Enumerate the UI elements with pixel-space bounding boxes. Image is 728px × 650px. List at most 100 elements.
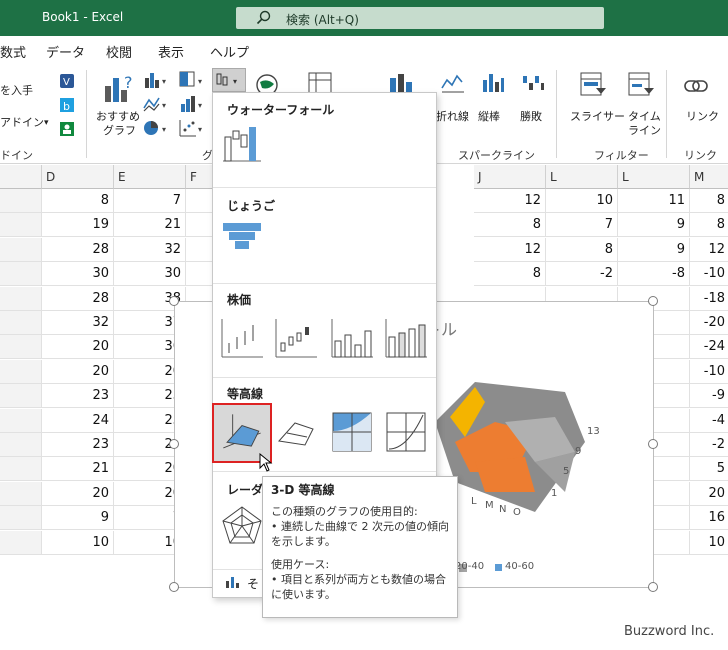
- table-cell[interactable]: 12: [474, 189, 546, 213]
- column-header[interactable]: L: [618, 165, 690, 189]
- slicer-label[interactable]: スライサー: [570, 108, 625, 124]
- row-header[interactable]: [0, 286, 42, 311]
- sparkline-column-icon[interactable]: [480, 70, 506, 96]
- resize-handle[interactable]: [169, 439, 179, 449]
- more-charts-link[interactable]: そ: [247, 575, 259, 592]
- table-cell[interactable]: 11: [618, 189, 690, 213]
- menu-review[interactable]: 校閲: [106, 42, 132, 61]
- resize-handle[interactable]: [648, 439, 658, 449]
- table-cell[interactable]: 23: [42, 384, 114, 409]
- addin-chevron-icon[interactable]: ▾: [44, 118, 49, 128]
- table-cell[interactable]: -18: [690, 287, 728, 311]
- column-header[interactable]: E: [114, 165, 186, 189]
- row-header[interactable]: [0, 408, 42, 433]
- get-addins-button[interactable]: を入手: [0, 82, 33, 98]
- menu-view[interactable]: 表示: [158, 42, 184, 61]
- table-cell[interactable]: 5: [690, 457, 728, 482]
- table-cell[interactable]: 12: [690, 238, 728, 262]
- my-addins-button[interactable]: アドイン: [0, 114, 44, 130]
- stock-hlc-thumb[interactable]: [219, 315, 265, 361]
- pie-chart-icon[interactable]: ▾: [142, 118, 170, 138]
- hierarchy-chart-icon[interactable]: ▾: [178, 70, 208, 90]
- menu-formulas[interactable]: 数式: [0, 42, 26, 61]
- row-header[interactable]: [0, 530, 42, 555]
- recommended-charts-label-2[interactable]: グラフ: [103, 122, 136, 138]
- table-cell[interactable]: 20: [42, 335, 114, 360]
- table-cell[interactable]: 10: [546, 189, 618, 213]
- table-cell[interactable]: 8: [690, 189, 728, 213]
- table-cell[interactable]: 21: [114, 213, 186, 238]
- other-charts-button[interactable]: ▾: [212, 68, 246, 92]
- table-cell[interactable]: -2: [546, 262, 618, 287]
- stock-vohlc-thumb[interactable]: [383, 315, 429, 361]
- scatter-chart-icon[interactable]: ▾: [178, 118, 208, 138]
- table-cell[interactable]: 8: [690, 213, 728, 238]
- table-cell[interactable]: 28: [42, 237, 114, 262]
- row-header[interactable]: [0, 384, 42, 409]
- column-header[interactable]: D: [42, 165, 114, 189]
- table-cell[interactable]: -20: [690, 311, 728, 335]
- waterfall-chart-thumb[interactable]: [219, 121, 265, 167]
- table-cell[interactable]: -8: [618, 262, 690, 287]
- wireframe-3d-contour-thumb[interactable]: [273, 409, 319, 455]
- funnel-chart-thumb[interactable]: [219, 215, 265, 261]
- row-header[interactable]: [0, 262, 42, 287]
- table-cell[interactable]: -10: [690, 360, 728, 384]
- timeline-label-2[interactable]: ライン: [628, 122, 661, 138]
- table-cell[interactable]: 8: [474, 262, 546, 287]
- menu-help[interactable]: ヘルプ: [210, 42, 249, 61]
- table-cell[interactable]: 24: [42, 408, 114, 433]
- sparkline-winloss-label[interactable]: 勝敗: [520, 108, 542, 124]
- link-icon[interactable]: [682, 74, 712, 98]
- table-cell[interactable]: 9: [42, 506, 114, 531]
- menu-data[interactable]: データ: [46, 42, 85, 61]
- resize-handle[interactable]: [648, 582, 658, 592]
- visio-icon[interactable]: V: [58, 72, 76, 90]
- table-cell[interactable]: 8: [474, 213, 546, 238]
- table-cell[interactable]: 10: [42, 530, 114, 555]
- table-cell[interactable]: 32: [114, 237, 186, 262]
- row-header[interactable]: [0, 189, 42, 213]
- link-label[interactable]: リンク: [686, 108, 719, 124]
- row-header[interactable]: [0, 237, 42, 262]
- table-cell[interactable]: 20: [690, 482, 728, 506]
- row-header[interactable]: [0, 433, 42, 457]
- column-header[interactable]: M: [690, 165, 728, 189]
- table-cell[interactable]: 7: [546, 213, 618, 238]
- bar-chart-icon[interactable]: ▾: [178, 94, 208, 114]
- table-cell[interactable]: -2: [690, 433, 728, 457]
- row-header[interactable]: [0, 481, 42, 506]
- table-cell[interactable]: 19: [42, 213, 114, 238]
- table-cell[interactable]: 20: [42, 359, 114, 384]
- search-box[interactable]: 検索 (Alt+Q): [236, 7, 604, 29]
- row-header[interactable]: [0, 506, 42, 531]
- table-cell[interactable]: 28: [42, 286, 114, 311]
- resize-handle[interactable]: [648, 296, 658, 306]
- sparkline-column-label[interactable]: 縦棒: [478, 108, 500, 124]
- column-header[interactable]: J: [474, 165, 546, 189]
- sparkline-line-label[interactable]: 折れ線: [436, 108, 469, 124]
- slicer-icon[interactable]: [578, 70, 608, 100]
- wireframe-contour-thumb[interactable]: [383, 409, 429, 455]
- people-graph-icon[interactable]: [58, 120, 76, 138]
- row-header[interactable]: [0, 457, 42, 482]
- timeline-icon[interactable]: [626, 70, 656, 100]
- row-header[interactable]: [0, 359, 42, 384]
- table-cell[interactable]: 7: [114, 189, 186, 213]
- table-cell[interactable]: 21: [42, 457, 114, 482]
- table-cell[interactable]: 32: [42, 311, 114, 335]
- column-header[interactable]: L: [546, 165, 618, 189]
- table-cell[interactable]: -4: [690, 409, 728, 433]
- stock-ohlc-thumb[interactable]: [273, 315, 319, 361]
- contour-thumb[interactable]: [329, 409, 375, 455]
- table-cell[interactable]: 8: [42, 189, 114, 213]
- table-cell[interactable]: 30: [114, 262, 186, 287]
- row-header[interactable]: [0, 311, 42, 335]
- sparkline-winloss-icon[interactable]: [520, 70, 546, 96]
- table-cell[interactable]: -9: [690, 384, 728, 409]
- table-cell[interactable]: 20: [42, 481, 114, 506]
- table-cell[interactable]: 8: [546, 237, 618, 262]
- sparkline-line-icon[interactable]: [440, 70, 466, 96]
- table-cell[interactable]: 9: [618, 213, 690, 238]
- line-chart-icon[interactable]: ▾: [142, 94, 170, 114]
